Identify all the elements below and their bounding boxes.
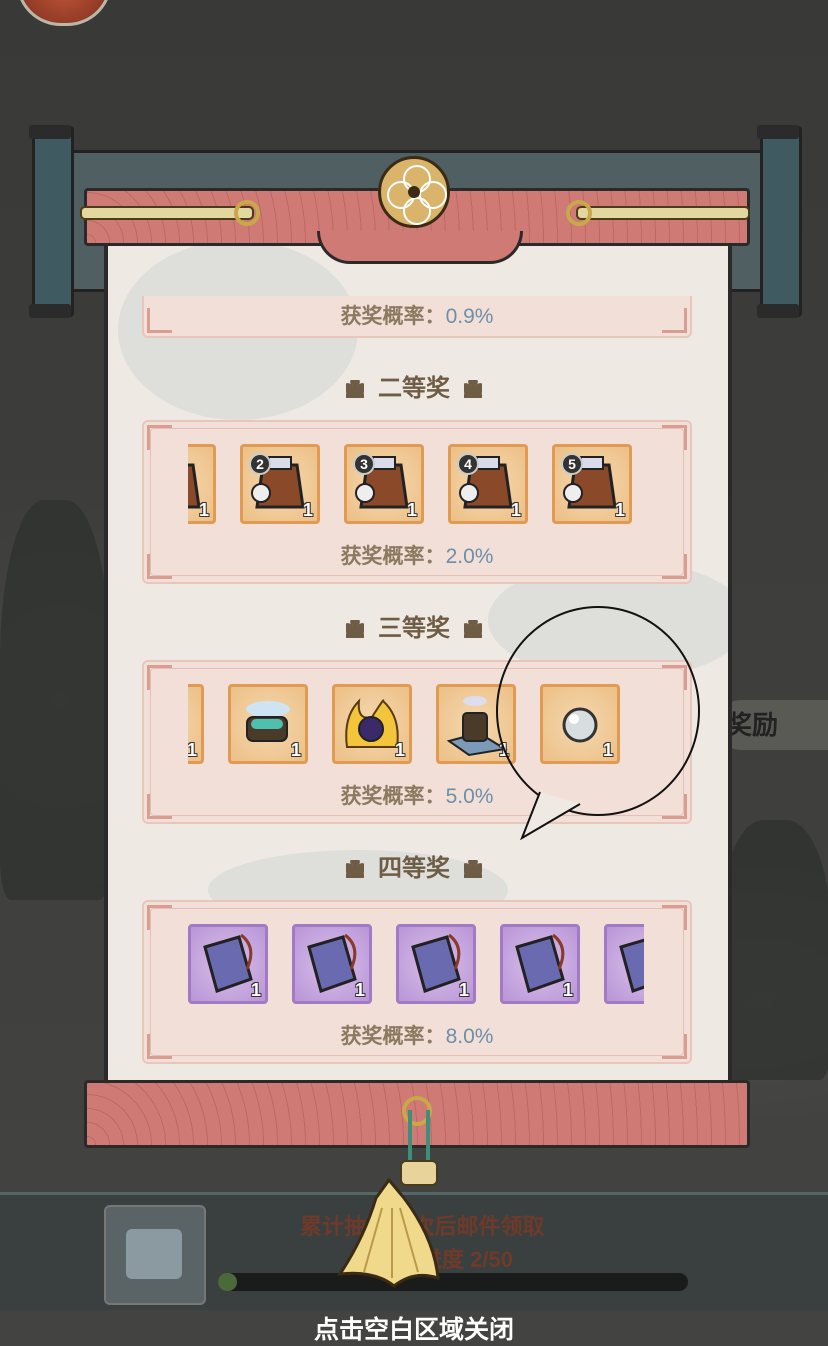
prize-item-armor[interactable]: 4 1 <box>448 444 528 524</box>
tier-panel-first: 获奖概率：0.9% <box>142 296 692 338</box>
prize-item-book[interactable]: 1 <box>292 924 372 1004</box>
tier-badge: 5 <box>561 453 583 475</box>
prize-item-book[interactable]: 1 <box>396 924 476 1004</box>
progress-bar <box>218 1273 688 1291</box>
tier-title-fourth: 四等奖 <box>0 848 828 883</box>
probability-text: 获奖概率：2.0% <box>340 545 494 568</box>
probability-text: 获奖概率：0.9% <box>340 305 494 328</box>
prize-item-armor[interactable]: 1 <box>188 444 216 524</box>
probability-text: 获奖概率：8.0% <box>340 1025 494 1048</box>
flower-icon <box>464 860 482 878</box>
flower-icon <box>346 860 364 878</box>
header-banner <box>317 231 523 264</box>
close-hint[interactable]: 点击空白区域关闭 <box>0 1310 828 1346</box>
side-reward-button[interactable]: 奖励 <box>716 700 828 750</box>
scroll-roller-right <box>757 125 802 318</box>
prize-item-book[interactable]: 1 <box>188 924 268 1004</box>
prize-item-armor[interactable]: 3 1 <box>344 444 424 524</box>
background-mountain <box>0 500 110 900</box>
prize-item-armor[interactable]: 5 1 <box>552 444 632 524</box>
scroll-rod-left <box>80 206 254 220</box>
tier-badge: 4 <box>457 453 479 475</box>
tassel-icon <box>336 1178 440 1288</box>
speech-bubble-tail <box>520 791 581 840</box>
speech-bubble <box>496 606 700 816</box>
side-reward-label: 奖励 <box>726 710 779 740</box>
prize-item-partial[interactable]: 1 <box>188 684 204 764</box>
flower-icon <box>464 380 482 398</box>
book-icon <box>619 938 644 993</box>
tier-badge: 3 <box>353 453 375 475</box>
prize-items-row[interactable]: 1 1 1 1 1 <box>188 922 644 1008</box>
scroll-rod-right <box>576 206 750 220</box>
prize-item-jade-stone[interactable]: 1 <box>228 684 308 764</box>
scroll-roller-left <box>29 125 74 318</box>
rod-ring-icon <box>566 200 592 226</box>
tier-title-third: 三等奖 <box>0 608 828 643</box>
prize-item-book[interactable]: 1 <box>604 924 644 1004</box>
reward-chest-icon[interactable] <box>104 1205 206 1305</box>
flower-icon <box>464 620 482 638</box>
progress-bar-fill <box>218 1273 237 1291</box>
prize-item-flame-orb[interactable]: 1 <box>332 684 412 764</box>
rod-ring-icon <box>234 200 260 226</box>
prize-item-book[interactable]: 1 <box>500 924 580 1004</box>
tier-title-second: 二等奖 <box>0 368 828 403</box>
prize-items-row[interactable]: 1 2 1 3 1 4 1 5 1 <box>188 442 644 528</box>
flower-icon <box>346 380 364 398</box>
flower-emblem-icon <box>378 156 450 228</box>
flower-icon <box>346 620 364 638</box>
tier-badge: 2 <box>249 453 271 475</box>
prize-item-armor[interactable]: 2 1 <box>240 444 320 524</box>
